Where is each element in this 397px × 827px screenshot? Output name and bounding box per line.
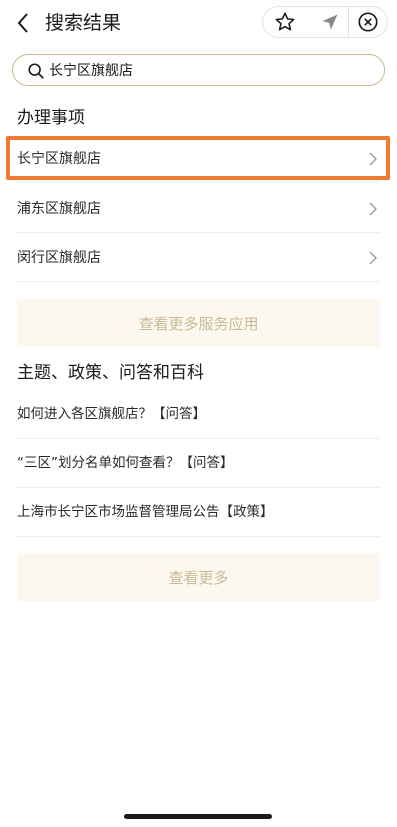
- navigation-arrow-icon: [322, 14, 338, 30]
- star-icon: [275, 12, 295, 31]
- search-bar[interactable]: [12, 54, 385, 86]
- topic-item-label: “三区”划分名单如何查看？【问答】: [17, 455, 234, 471]
- more-services-button[interactable]: 查看更多服务应用: [17, 299, 380, 347]
- close-circle-icon: [358, 12, 378, 32]
- search-icon: [28, 63, 44, 79]
- topic-item-label: 如何进入各区旗舰店？【问答】: [17, 406, 206, 422]
- list-item-label: 闵行区旗舰店: [17, 250, 101, 266]
- location-button[interactable]: [318, 10, 342, 34]
- service-item-changning[interactable]: 长宁区旗舰店: [17, 135, 380, 183]
- search-input[interactable]: [49, 58, 369, 82]
- topics-section-title: 主题、政策、问答和百科: [17, 363, 204, 383]
- list-item-label: 长宁区旗舰店: [17, 151, 101, 167]
- more-topics-button[interactable]: 查看更多: [17, 553, 380, 601]
- top-bar: 搜索结果: [0, 0, 397, 46]
- services-section-title: 办理事项: [17, 108, 85, 128]
- chevron-right-icon: [369, 202, 377, 216]
- list-item-label: 浦东区旗舰店: [17, 201, 101, 217]
- topic-item[interactable]: “三区”划分名单如何查看？【问答】: [17, 440, 380, 488]
- favorite-button[interactable]: [273, 10, 297, 34]
- back-button[interactable]: [12, 10, 34, 36]
- close-button[interactable]: [356, 10, 380, 34]
- topic-item-label: 上海市长宁区市场监督管理局公告【政策】: [17, 504, 274, 520]
- service-item-pudong[interactable]: 浦东区旗舰店: [17, 185, 380, 233]
- home-indicator: [124, 814, 272, 819]
- chevron-right-icon: [369, 251, 377, 265]
- chevron-left-icon: [17, 13, 28, 33]
- page-title: 搜索结果: [45, 12, 122, 34]
- topic-item[interactable]: 上海市长宁区市场监督管理局公告【政策】: [17, 489, 380, 537]
- chevron-right-icon: [369, 152, 377, 166]
- topic-item[interactable]: 如何进入各区旗舰店？【问答】: [17, 391, 380, 439]
- service-item-minhang[interactable]: 闵行区旗舰店: [17, 234, 380, 282]
